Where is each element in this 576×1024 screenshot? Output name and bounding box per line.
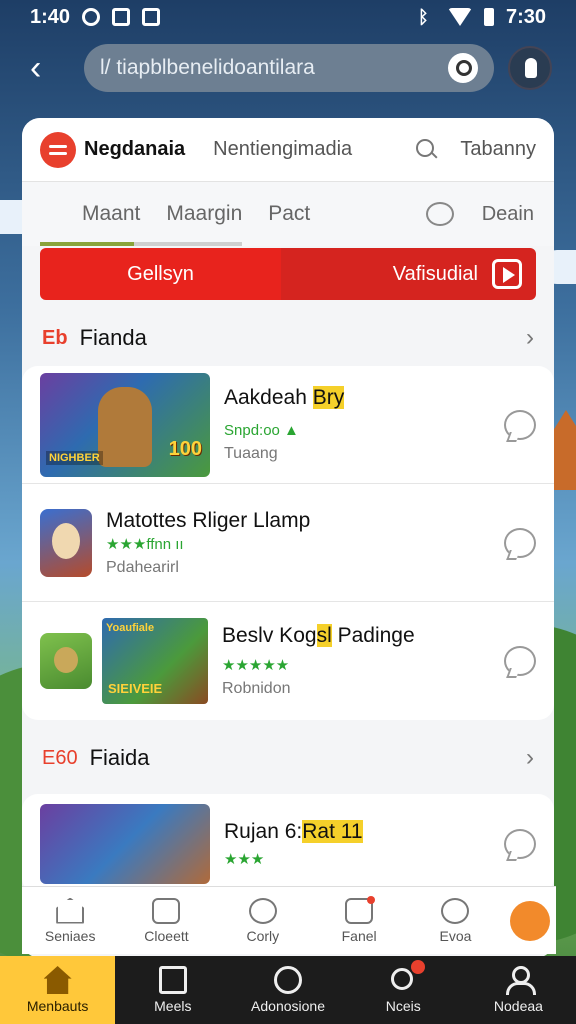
active-tab-indicator [40, 242, 134, 246]
nav-item-4[interactable]: Fanel [317, 895, 401, 944]
sync-icon [82, 8, 101, 26]
image-icon [142, 8, 161, 26]
action-fab-button[interactable] [509, 900, 550, 941]
back-arrow-icon[interactable]: ‹ [30, 51, 54, 85]
list-item[interactable]: Matottes Rliger Llamp ★★★ffnn ıı Pdahear… [22, 484, 554, 602]
banner-right[interactable]: Vafisudial [281, 248, 536, 300]
game-title: Rujan 6:Rat 11 [224, 820, 363, 843]
search-input[interactable]: l/ tiapblbenelidoantilara [84, 44, 494, 92]
profile-avatar[interactable] [508, 46, 552, 90]
nav-item-5[interactable]: Evoa [413, 897, 497, 944]
tab-indicator-track [134, 242, 242, 246]
header-tab-2[interactable]: Nentiengimadia [213, 138, 352, 161]
section-header[interactable]: E60 Fiaida › [22, 730, 554, 786]
tab-2[interactable]: Maargin [166, 202, 242, 226]
search-icon [389, 960, 426, 994]
game-subtitle: Pdahearirl [106, 558, 179, 576]
section-title: Fianda [79, 325, 147, 350]
bottom-tab-5[interactable]: Nodeaa [461, 956, 576, 1024]
bottom-tab-home[interactable]: Menbauts [0, 956, 116, 1024]
game-rating: Snpd:oo ▲ [224, 422, 299, 439]
chevron-right-icon[interactable]: › [526, 744, 534, 772]
section-tag: Eb [42, 326, 68, 349]
bluetooth-icon: ᛒ [417, 7, 429, 27]
status-bar: 1:40 ᛒ 7:30 [0, 0, 576, 34]
tab-1[interactable]: Maant [82, 202, 140, 226]
banner-left[interactable]: Gellsyn [40, 248, 281, 300]
section-title: Fiaida [89, 745, 150, 770]
clock-icon [248, 897, 277, 924]
top-bar: ‹ l/ tiapblbenelidoantilara [0, 40, 576, 98]
user-icon [441, 897, 470, 924]
search-icon[interactable] [414, 137, 440, 163]
message-icon [345, 895, 376, 924]
bottom-tab-3[interactable]: Adonosione [230, 956, 345, 1024]
list-item[interactable]: Yoaufiale SIEIVEIE Beslv Kogsl Padinge ★… [22, 602, 554, 720]
status-clock: 7:30 [505, 5, 546, 28]
game-title: Aakdeah Bry [224, 386, 345, 409]
chat-bubble-icon[interactable] [504, 646, 536, 676]
chat-bubble-icon[interactable] [504, 829, 536, 859]
nav-item-3[interactable]: Corly [221, 897, 305, 944]
nav-item-2[interactable]: Cloeett [124, 897, 208, 944]
app-bottom-nav: Seniaes Cloeett Corly Fanel Evoa [22, 886, 556, 954]
thumbnail-label: NIGHBER [46, 450, 103, 465]
tab-3[interactable]: Pact [268, 202, 310, 226]
bottom-tab-2[interactable]: Meels [115, 956, 230, 1024]
bottom-tab-4[interactable]: Nceis [346, 956, 461, 1024]
wifi-icon [447, 8, 472, 26]
nav-item-1[interactable]: Seniaes [28, 897, 112, 944]
game-thumbnail[interactable] [40, 804, 210, 884]
game-rating: ★★★ffnn ıı [106, 535, 184, 553]
chevron-right-icon[interactable]: › [526, 324, 534, 352]
chat-bubble-icon[interactable] [504, 527, 536, 558]
list-item[interactable]: Rujan 6:Rat 11 ★★★ [22, 794, 554, 894]
game-list: NIGHBER 100 Aakdeah Bry Snpd:oo ▲ Tuaang… [22, 366, 554, 720]
game-rating: ★★★ [224, 851, 265, 868]
search-icon[interactable] [448, 53, 478, 83]
battery-icon [483, 8, 494, 26]
tab-last[interactable]: Deain [482, 203, 534, 226]
home-icon [56, 897, 85, 924]
game-thumbnail[interactable]: Yoaufiale SIEIVEIE [102, 618, 208, 704]
promo-banner[interactable]: Gellsyn Vafisudial [40, 248, 536, 300]
game-icon[interactable] [40, 508, 92, 577]
game-thumbnail[interactable]: NIGHBER 100 [40, 372, 210, 477]
status-time: 1:40 [30, 5, 71, 28]
section-tag: E60 [42, 746, 78, 769]
notification-icon [112, 8, 131, 26]
header-tab-3[interactable]: Tabanny [460, 138, 536, 161]
game-icon[interactable] [40, 633, 92, 689]
app-card: Negdanaia Nentiengimadia Tabanny Maant M… [22, 118, 554, 958]
chat-bubble-icon[interactable] [504, 409, 536, 440]
game-rating: ★★★★★ [222, 657, 290, 674]
url-text: l/ tiapblbenelidoantilara [100, 56, 315, 79]
banner-right-label: Vafisudial [392, 262, 478, 285]
list-item[interactable]: NIGHBER 100 Aakdeah Bry Snpd:oo ▲ Tuaang [22, 366, 554, 484]
app-header: Negdanaia Nentiengimadia Tabanny [22, 118, 554, 182]
section-header[interactable]: Eb Fianda › [22, 310, 554, 366]
home-icon [43, 966, 72, 994]
game-list-2: Rujan 6:Rat 11 ★★★ [22, 794, 554, 894]
thumbnail-number: 100 [168, 437, 202, 460]
game-subtitle: Robnidon [222, 680, 291, 697]
play-icon [492, 259, 522, 289]
app-name: Negdanaia [84, 138, 186, 160]
media-icon [158, 966, 187, 994]
game-title: Matottes Rliger Llamp [106, 508, 311, 532]
game-title: Beslv Kogsl Padinge [222, 624, 415, 647]
alert-icon [274, 966, 302, 994]
app-logo-icon [40, 131, 76, 168]
profile-icon [504, 966, 537, 995]
grid-icon [152, 897, 181, 924]
camera-icon[interactable] [425, 202, 454, 226]
game-subtitle: Tuaang [224, 445, 278, 462]
category-tabs: Maant Maargin Pact Deain [22, 182, 554, 246]
main-bottom-nav: Menbauts Meels Adonosione Nceis Nodeaa [0, 956, 576, 1024]
